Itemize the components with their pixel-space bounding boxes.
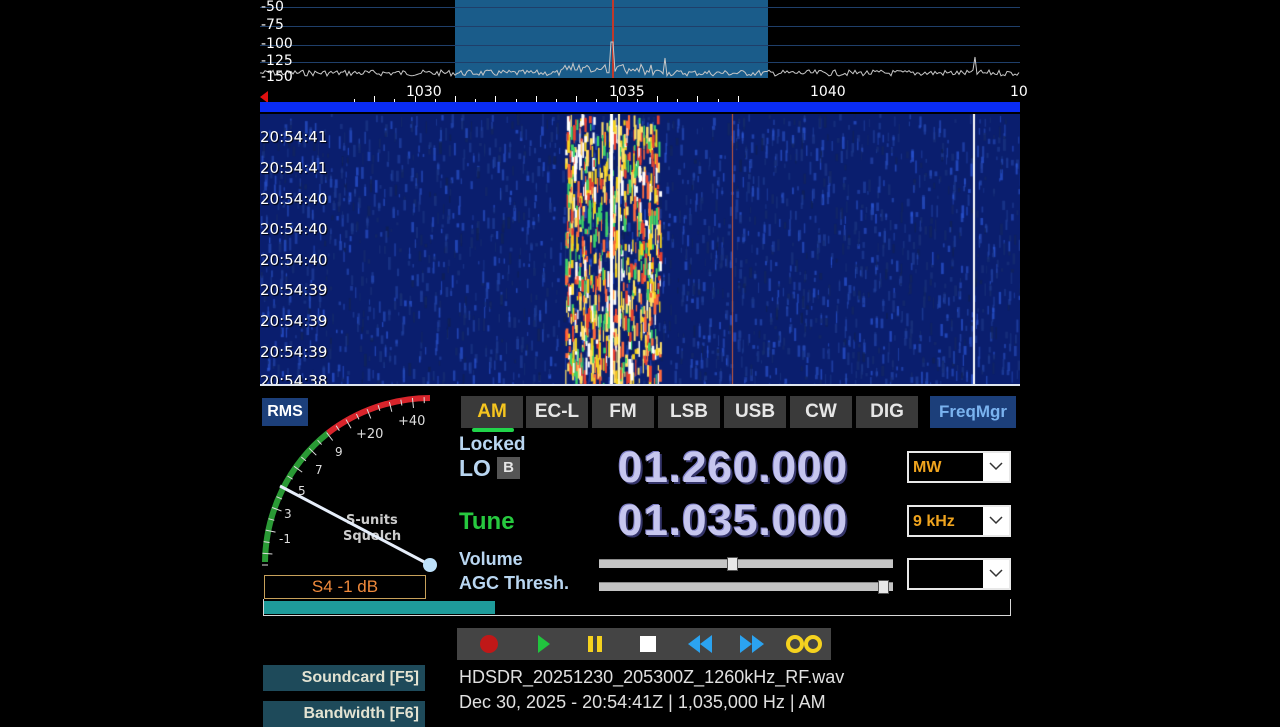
mode-usb-button[interactable]: USB [724,396,786,428]
db-label: -150 [261,70,293,82]
tune-label: Tune [459,508,515,536]
meter-scale-label: +40 [398,414,425,429]
waterfall-canvas [260,114,1020,386]
file-name: HDSDR_20251230_205300Z_1260kHz_RF.wav [459,667,844,688]
volume-slider-thumb[interactable] [727,557,738,571]
mode-fm-button[interactable]: FM [592,396,654,428]
meter-needle [280,486,430,565]
waterfall-timestamp: 20:54:39 [260,312,327,330]
freq-label: 1035 [609,84,645,100]
lo-label: LO [459,455,491,482]
waterfall-timestamp: 20:54:40 [260,190,327,208]
pause-icon[interactable] [571,628,621,660]
chevron-down-icon[interactable] [983,453,1009,481]
active-mode-indicator [472,428,514,432]
meter-scale-label: -1 [279,532,291,546]
volume-slider[interactable] [599,559,893,568]
freqmgr-button[interactable]: FreqMgr [930,396,1016,428]
mode-dig-button[interactable]: DIG [856,396,918,428]
meter-scale-label: 7 [315,463,323,477]
third-select[interactable] [907,558,1011,590]
mode-lsb-button[interactable]: LSB [658,396,720,428]
db-label: -50 [261,0,284,14]
db-label: -125 [261,54,293,68]
soundcard-button[interactable]: Soundcard [F5] [263,665,425,691]
waterfall-divider[interactable] [260,384,1020,386]
mode-cw-button[interactable]: CW [790,396,852,428]
waterfall-timestamp: 20:54:39 [260,281,327,299]
db-label: -100 [261,37,293,51]
signal-readout: S4 -1 dB [264,575,426,599]
freq-label: 1040 [810,84,846,100]
lo-frequency-display[interactable]: 01.260.000 [618,443,848,493]
waterfall-timestamp: 20:54:40 [260,220,327,238]
rms-button[interactable]: RMS [262,398,308,426]
meter-scale-label: 3 [284,507,292,521]
mode-am-button[interactable]: AM [461,396,523,428]
meter-scale-label: +20 [356,427,383,442]
volume-label: Volume [459,549,523,570]
stop-icon[interactable] [623,628,673,660]
lo-b-button[interactable]: B [497,457,520,479]
locked-label[interactable]: Locked [459,434,526,456]
frequency-ruler[interactable]: 1030 1035 1040 10 [260,82,1020,114]
meter-scale-label: 9 [335,445,343,459]
transport-bar [457,628,831,660]
needle-pivot [423,558,437,572]
hdsdr-window: -50 -75 -100 -125 -150 1030 1035 1040 10… [0,0,1280,720]
ruler-bar [260,102,1020,112]
freq-label: 10 [1010,84,1028,100]
freq-label: 1030 [406,84,442,100]
play-icon[interactable] [519,628,569,660]
waterfall-timestamp: 20:54:40 [260,251,327,269]
meter-tick [262,553,272,554]
bandwidth-button[interactable]: Bandwidth [F6] [263,701,425,727]
meter-caption: Squelch [343,529,401,544]
band-select-value: MW [913,459,941,477]
waterfall-timestamp: 20:54:41 [260,159,327,177]
playback-progress-fill [264,601,495,614]
waterfall-timestamp: 20:54:41 [260,128,327,146]
loop-icon[interactable] [779,628,829,660]
db-label: -75 [261,18,284,32]
spectrum-display[interactable]: -50 -75 -100 -125 -150 [260,0,1020,82]
agc-label: AGC Thresh. [459,573,569,594]
fast-forward-icon[interactable] [727,628,777,660]
agc-slider-thumb[interactable] [878,580,889,594]
agc-slider[interactable] [599,582,893,591]
spectrum-trace [260,0,1020,82]
band-select[interactable]: MW [907,451,1011,483]
step-select[interactable]: 9 kHz [907,505,1011,537]
chevron-down-icon[interactable] [983,507,1009,535]
record-icon[interactable] [465,628,515,660]
playback-progress[interactable] [263,599,1011,616]
chevron-down-icon[interactable] [983,560,1009,588]
step-select-value: 9 kHz [913,513,955,531]
waterfall-timestamp: 20:54:39 [260,343,327,361]
file-status: Dec 30, 2025 - 20:54:41Z | 1,035,000 Hz … [459,692,826,713]
waterfall-display[interactable]: 20:54:41 20:54:41 20:54:40 20:54:40 20:5… [260,114,1020,386]
mode-ecl-button[interactable]: EC-L [526,396,588,428]
rewind-icon[interactable] [675,628,725,660]
tune-frequency-display[interactable]: 01.035.000 [618,496,848,546]
